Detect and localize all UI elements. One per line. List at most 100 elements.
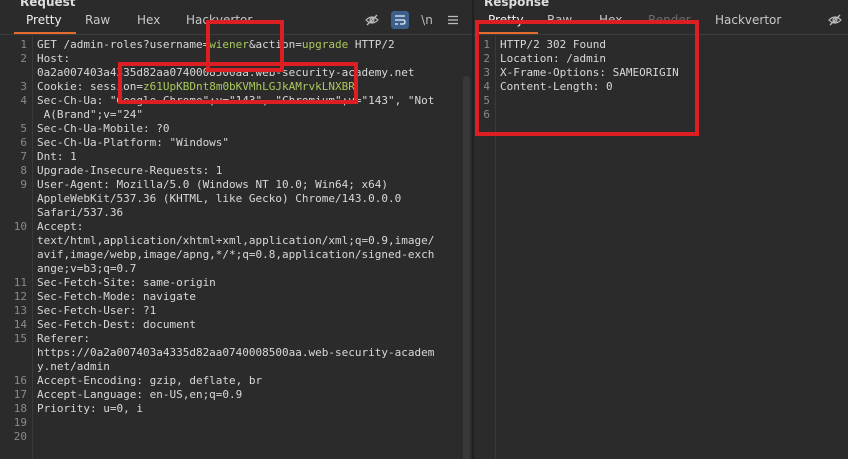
tab-hex[interactable]: Hex [599, 13, 622, 27]
text-segment: AppleWebKit/537.36 (KHTML, like Gecko) C… [37, 192, 402, 205]
text-segment: Accept-Encoding: gzip, deflate, br [37, 374, 263, 387]
text-segment: A(Brand";v="24" [37, 108, 143, 121]
code-line: 2 Host: [0, 52, 472, 66]
line-number: 15 [13, 332, 27, 345]
code-line: 6 [474, 108, 848, 122]
line-number: 16 [13, 374, 27, 387]
response-editor[interactable]: 1 HTTP/2 302 Found 2 Location: /admin 3 X-Fra… [474, 36, 848, 459]
line-number: 11 [13, 276, 27, 289]
line-number: 13 [13, 304, 27, 317]
code-line: https://0a2a007403a4335d82aa0740008500aa… [0, 346, 472, 360]
line-number: 2 [483, 52, 490, 65]
text-segment: Accept: [37, 220, 84, 233]
line-content: Priority: u=0, i [37, 402, 143, 416]
tab-pretty[interactable]: Pretty [476, 13, 538, 34]
line-content: Referer: [37, 332, 90, 346]
line-number: 7 [20, 150, 27, 163]
line-content: Accept: [37, 220, 83, 234]
show-newlines-button[interactable]: \n [418, 11, 436, 29]
code-line: A(Brand";v="24" [0, 108, 472, 122]
line-content: Upgrade-Insecure-Requests: 1 [37, 164, 222, 178]
text-segment: Safari/537.36 [37, 206, 124, 219]
word-wrap-icon[interactable] [391, 11, 409, 29]
tab-raw[interactable]: Raw [547, 13, 572, 27]
line-number: 8 [20, 164, 27, 177]
line-number: 10 [13, 220, 27, 233]
tab-render: Render [648, 13, 691, 27]
line-number: 2 [20, 52, 27, 65]
text-segment: Content-Length: 0 [500, 80, 613, 93]
line-number: 17 [13, 388, 27, 401]
tab-hex[interactable]: Hex [137, 13, 160, 27]
line-content: HTTP/2 302 Found [500, 38, 606, 52]
line-number: 3 [20, 80, 27, 93]
text-segment: y.net/admin [37, 360, 110, 373]
line-number: 19 [13, 416, 27, 429]
text-segment: Accept-Language: en-US,en;q=0.9 [37, 388, 243, 401]
line-number: 4 [483, 80, 490, 93]
code-line: 13 Sec-Fetch-User: ?1 [0, 304, 472, 318]
code-line: 3 Cookie: session=z61UpKBDnt8m0bKVMhLGJkA… [0, 80, 472, 94]
code-line: 10 Accept: [0, 220, 472, 234]
response-tab-bar: Pretty Raw Hex Render Hackvertor [474, 8, 848, 34]
line-content: Content-Length: 0 [500, 80, 613, 94]
text-segment: Sec-Ch-Ua-Mobile: ?0 [37, 122, 170, 135]
line-number: 18 [13, 402, 27, 415]
tab-pretty[interactable]: Pretty [14, 13, 76, 34]
code-line: 11 Sec-Fetch-Site: same-origin [0, 276, 472, 290]
line-content: Location: /admin [500, 52, 606, 66]
line-content: Sec-Ch-Ua: "Google Chrome";v="143", "Chr… [37, 94, 434, 108]
text-segment: &action= [248, 38, 302, 51]
line-content: text/html,application/xhtml+xml,applicat… [37, 234, 434, 248]
line-number: 5 [483, 94, 490, 107]
tab-hackvertor[interactable]: Hackvertor [186, 13, 252, 27]
response-panel: Response Pretty Raw Hex Render Hackverto… [474, 0, 848, 459]
line-content: Accept-Encoding: gzip, deflate, br [37, 374, 262, 388]
line-content: User-Agent: Mozilla/5.0 (Windows NT 10.0… [37, 178, 388, 192]
line-content: Dnt: 1 [37, 150, 77, 164]
code-line: 16 Accept-Encoding: gzip, deflate, br [0, 374, 472, 388]
request-tab-bar: Pretty Raw Hex Hackvertor \n [0, 8, 472, 34]
highlighted-value: z61UpKBDnt8m0bKVMhLGJkAMrvkLNXBR [142, 80, 355, 93]
tab-raw[interactable]: Raw [85, 13, 110, 27]
line-content: 0a2a007403a4335d82aa0740008500aa.web-sec… [37, 66, 415, 80]
line-content: Cookie: session=z61UpKBDnt8m0bKVMhLGJkAM… [37, 80, 355, 94]
text-segment: Sec-Fetch-Site: same-origin [37, 276, 216, 289]
text-segment: Cookie: session= [37, 80, 143, 93]
code-line: 18 Priority: u=0, i [0, 402, 472, 416]
code-line: 7 Dnt: 1 [0, 150, 472, 164]
eye-slash-icon[interactable] [826, 11, 844, 29]
text-segment: Priority: u=0, i [37, 402, 143, 415]
line-number: 20 [13, 430, 27, 443]
hamburger-menu-icon[interactable] [444, 11, 462, 29]
line-number: 9 [20, 178, 27, 191]
text-segment: Sec-Fetch-User: ?1 [37, 304, 157, 317]
line-content: Sec-Fetch-Mode: navigate [37, 290, 196, 304]
request-tab-divider [0, 34, 472, 35]
request-editor[interactable]: 1 GET /admin-roles?username=wiener&action… [0, 36, 472, 459]
code-line: 0a2a007403a4335d82aa0740008500aa.web-sec… [0, 66, 472, 80]
eye-slash-icon[interactable] [363, 11, 381, 29]
code-line: y.net/admin [0, 360, 472, 374]
line-content: Sec-Ch-Ua-Mobile: ?0 [37, 122, 169, 136]
line-content: avif,image/webp,image/apng,*/*;q=0.8,app… [37, 248, 434, 262]
text-segment: text/html,application/xhtml+xml,applicat… [37, 234, 435, 247]
code-line: 6 Sec-Ch-Ua-Platform: "Windows" [0, 136, 472, 150]
highlighted-value: upgrade [301, 38, 349, 51]
highlighted-value: wiener [209, 38, 249, 51]
line-content: ange;v=b3;q=0.7 [37, 262, 136, 276]
tab-hackvertor[interactable]: Hackvertor [715, 13, 781, 27]
code-line: 2 Location: /admin [474, 52, 848, 66]
line-content: Sec-Ch-Ua-Platform: "Windows" [37, 136, 229, 150]
line-content: Host: [37, 52, 70, 66]
line-content: A(Brand";v="24" [37, 108, 143, 122]
code-line: 9 User-Agent: Mozilla/5.0 (Windows NT 10.… [0, 178, 472, 192]
text-segment: GET /admin-roles?username= [37, 38, 210, 51]
line-number: 5 [20, 122, 27, 135]
code-line: 3 X-Frame-Options: SAMEORIGIN [474, 66, 848, 80]
text-segment: Referer: [37, 332, 90, 345]
line-content: Safari/537.36 [37, 206, 123, 220]
line-number: 4 [20, 94, 27, 107]
code-line: 14 Sec-Fetch-Dest: document [0, 318, 472, 332]
line-content: X-Frame-Options: SAMEORIGIN [500, 66, 679, 80]
